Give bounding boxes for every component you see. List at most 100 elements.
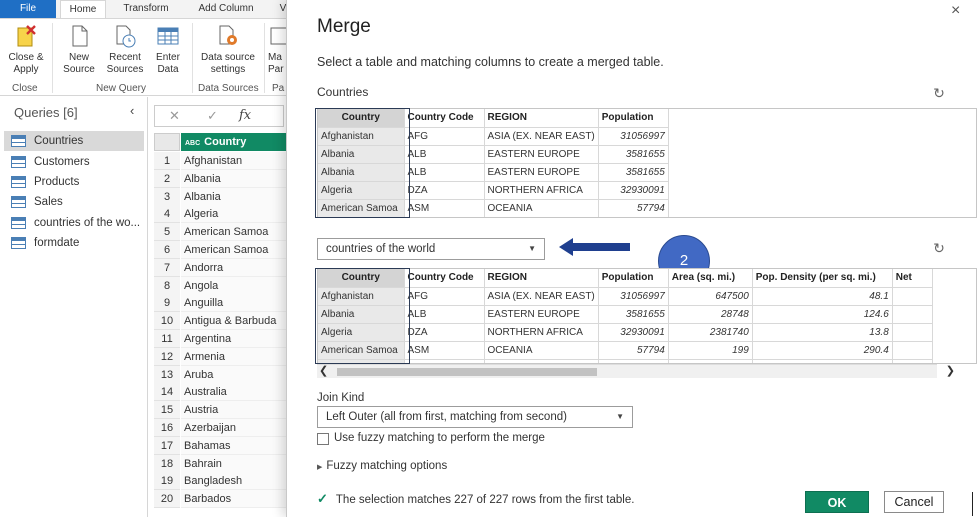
fuzzy-matching-label[interactable]: Use fuzzy matching to perform the merge bbox=[334, 432, 545, 444]
table-cell[interactable]: American Samoa bbox=[318, 341, 405, 360]
formula-bar[interactable]: ✕ ✓ fx bbox=[154, 105, 284, 127]
grid-row[interactable]: 10 Antigua & Barbuda bbox=[154, 312, 291, 331]
table-cell[interactable]: 647500 bbox=[668, 287, 753, 306]
table-cell[interactable]: EASTERN EUROPE bbox=[484, 145, 599, 164]
query-item-countries-of-the-world[interactable]: countries of the wo... bbox=[4, 213, 144, 233]
table-cell[interactable]: Algeria bbox=[318, 323, 405, 342]
cell-country[interactable]: Armenia bbox=[181, 347, 291, 366]
table-cell[interactable]: 28748 bbox=[668, 305, 753, 324]
table-cell[interactable]: OCEANIA bbox=[484, 199, 599, 217]
grid-row[interactable]: 18 Bahrain bbox=[154, 454, 291, 473]
column-header[interactable]: Country bbox=[318, 109, 405, 128]
grid-row[interactable]: 7 Andorra bbox=[154, 258, 291, 277]
table-cell[interactable]: American Samoa bbox=[318, 199, 405, 217]
ok-button[interactable]: OK bbox=[805, 491, 869, 513]
grid-row[interactable]: 13 Aruba bbox=[154, 365, 291, 384]
table-cell[interactable]: Albania bbox=[318, 145, 405, 164]
table-cell[interactable]: 3581655 bbox=[598, 305, 669, 324]
table-cell[interactable]: 31056997 bbox=[598, 127, 669, 146]
table-cell[interactable]: NORTHERN AFRICA bbox=[484, 323, 599, 342]
cell-country[interactable]: Anguilla bbox=[181, 294, 291, 313]
table-cell[interactable]: 32930091 bbox=[598, 323, 669, 342]
grid-row[interactable]: 9 Anguilla bbox=[154, 294, 291, 313]
table-cell[interactable]: NORTHERN AFRICA bbox=[484, 181, 599, 200]
table-cell[interactable] bbox=[892, 305, 933, 324]
table-cell[interactable]: 2381740 bbox=[668, 323, 753, 342]
table-cell[interactable]: ASIA (EX. NEAR EAST) bbox=[484, 127, 599, 146]
query-item-sales[interactable]: Sales bbox=[4, 192, 144, 212]
table-cell[interactable]: 290.4 bbox=[752, 341, 893, 360]
fuzzy-matching-checkbox[interactable] bbox=[317, 433, 329, 445]
cell-country[interactable]: Albania bbox=[181, 187, 291, 206]
table-cell[interactable]: Algeria bbox=[318, 181, 405, 200]
table-cell[interactable] bbox=[892, 287, 933, 306]
data-source-settings-button[interactable]: Data source settings bbox=[196, 23, 260, 76]
cancel-formula-icon[interactable]: ✕ bbox=[169, 108, 180, 124]
grid-row[interactable]: 17 Bahamas bbox=[154, 436, 291, 455]
table-cell[interactable]: ASIA (EX. NEAR EAST) bbox=[484, 287, 599, 306]
grid-row[interactable]: 14 Australia bbox=[154, 383, 291, 402]
grid-row[interactable]: 19 Bangladesh bbox=[154, 472, 291, 491]
table-cell[interactable]: ALB bbox=[404, 163, 485, 182]
grid-row[interactable]: 6 American Samoa bbox=[154, 241, 291, 259]
menu-home[interactable]: Home bbox=[60, 0, 106, 18]
grid-row[interactable]: 1 Afghanistan bbox=[154, 152, 291, 170]
join-kind-select[interactable]: Left Outer (all from first, matching fro… bbox=[317, 406, 633, 428]
scroll-left-icon[interactable]: ❮ bbox=[319, 364, 328, 377]
fuzzy-options-expander[interactable]: ▶ Fuzzy matching options bbox=[317, 460, 447, 472]
query-item-customers[interactable]: Customers bbox=[4, 152, 144, 172]
table-cell[interactable]: ASM bbox=[404, 341, 485, 360]
column-header[interactable]: Population bbox=[598, 269, 669, 288]
column-header[interactable]: Net bbox=[892, 269, 933, 288]
grid-row[interactable]: 11 Argentina bbox=[154, 330, 291, 348]
grid-row[interactable]: 16 Azerbaijan bbox=[154, 419, 291, 437]
enter-data-button[interactable]: Enter Data bbox=[150, 23, 186, 76]
table-cell[interactable]: DZA bbox=[404, 323, 485, 342]
cell-country[interactable]: Bahrain bbox=[181, 454, 291, 473]
column-header[interactable]: REGION bbox=[484, 109, 599, 128]
cell-country[interactable]: Australia bbox=[181, 383, 291, 402]
table-cell[interactable]: ALB bbox=[404, 305, 485, 324]
cell-country[interactable]: Antigua & Barbuda bbox=[181, 312, 291, 331]
table-cell[interactable]: DZA bbox=[404, 181, 485, 200]
column-header[interactable]: Country bbox=[318, 269, 405, 288]
second-table-select[interactable]: countries of the world ▼ bbox=[317, 238, 545, 260]
cell-country[interactable]: Afghanistan bbox=[181, 152, 291, 170]
horizontal-scrollbar[interactable]: ❮ ❯ bbox=[317, 364, 955, 378]
table-cell[interactable]: OCEANIA bbox=[484, 341, 599, 360]
table-cell[interactable]: 3581655 bbox=[598, 145, 669, 164]
table-cell[interactable]: 32930091 bbox=[598, 181, 669, 200]
cell-country[interactable]: Aruba bbox=[181, 365, 291, 384]
cell-country[interactable]: Austria bbox=[181, 401, 291, 420]
table-cell[interactable]: 48.1 bbox=[752, 287, 893, 306]
recent-sources-button[interactable]: Recent Sources bbox=[104, 23, 146, 76]
table-cell[interactable]: EASTERN EUROPE bbox=[484, 305, 599, 324]
cell-country[interactable]: Andorra bbox=[181, 258, 291, 277]
cell-country[interactable]: Azerbaijan bbox=[181, 419, 291, 437]
table-cell[interactable]: AFG bbox=[404, 287, 485, 306]
table-cell[interactable]: EASTERN EUROPE bbox=[484, 163, 599, 182]
cell-country[interactable]: American Samoa bbox=[181, 241, 291, 259]
query-item-formdate[interactable]: formdate bbox=[4, 233, 144, 253]
collapse-chevron-icon[interactable]: ‹ bbox=[130, 103, 134, 118]
scroll-thumb[interactable] bbox=[337, 368, 597, 376]
query-item-countries[interactable]: Countries bbox=[4, 131, 144, 151]
table-cell[interactable]: 57794 bbox=[598, 341, 669, 360]
cell-country[interactable]: American Samoa bbox=[181, 223, 291, 242]
cell-country[interactable]: Albania bbox=[181, 169, 291, 188]
table-cell[interactable]: AFG bbox=[404, 127, 485, 146]
close-icon[interactable]: × bbox=[951, 2, 960, 20]
menu-file[interactable]: File bbox=[0, 0, 56, 18]
table-cell[interactable]: Afghanistan bbox=[318, 287, 405, 306]
close-apply-button[interactable]: Close & Apply bbox=[6, 23, 46, 76]
grid-row[interactable]: 2 Albania bbox=[154, 169, 291, 188]
table-cell[interactable] bbox=[892, 341, 933, 360]
column-header[interactable]: Country Code bbox=[404, 269, 485, 288]
column-header[interactable]: Area (sq. mi.) bbox=[668, 269, 753, 288]
grid-row[interactable]: 5 American Samoa bbox=[154, 223, 291, 242]
query-item-products[interactable]: Products bbox=[4, 172, 144, 192]
table-cell[interactable]: 31056997 bbox=[598, 287, 669, 306]
grid-row[interactable]: 8 Angola bbox=[154, 276, 291, 295]
table-cell[interactable]: 57794 bbox=[598, 199, 669, 217]
table-cell[interactable]: 199 bbox=[668, 341, 753, 360]
